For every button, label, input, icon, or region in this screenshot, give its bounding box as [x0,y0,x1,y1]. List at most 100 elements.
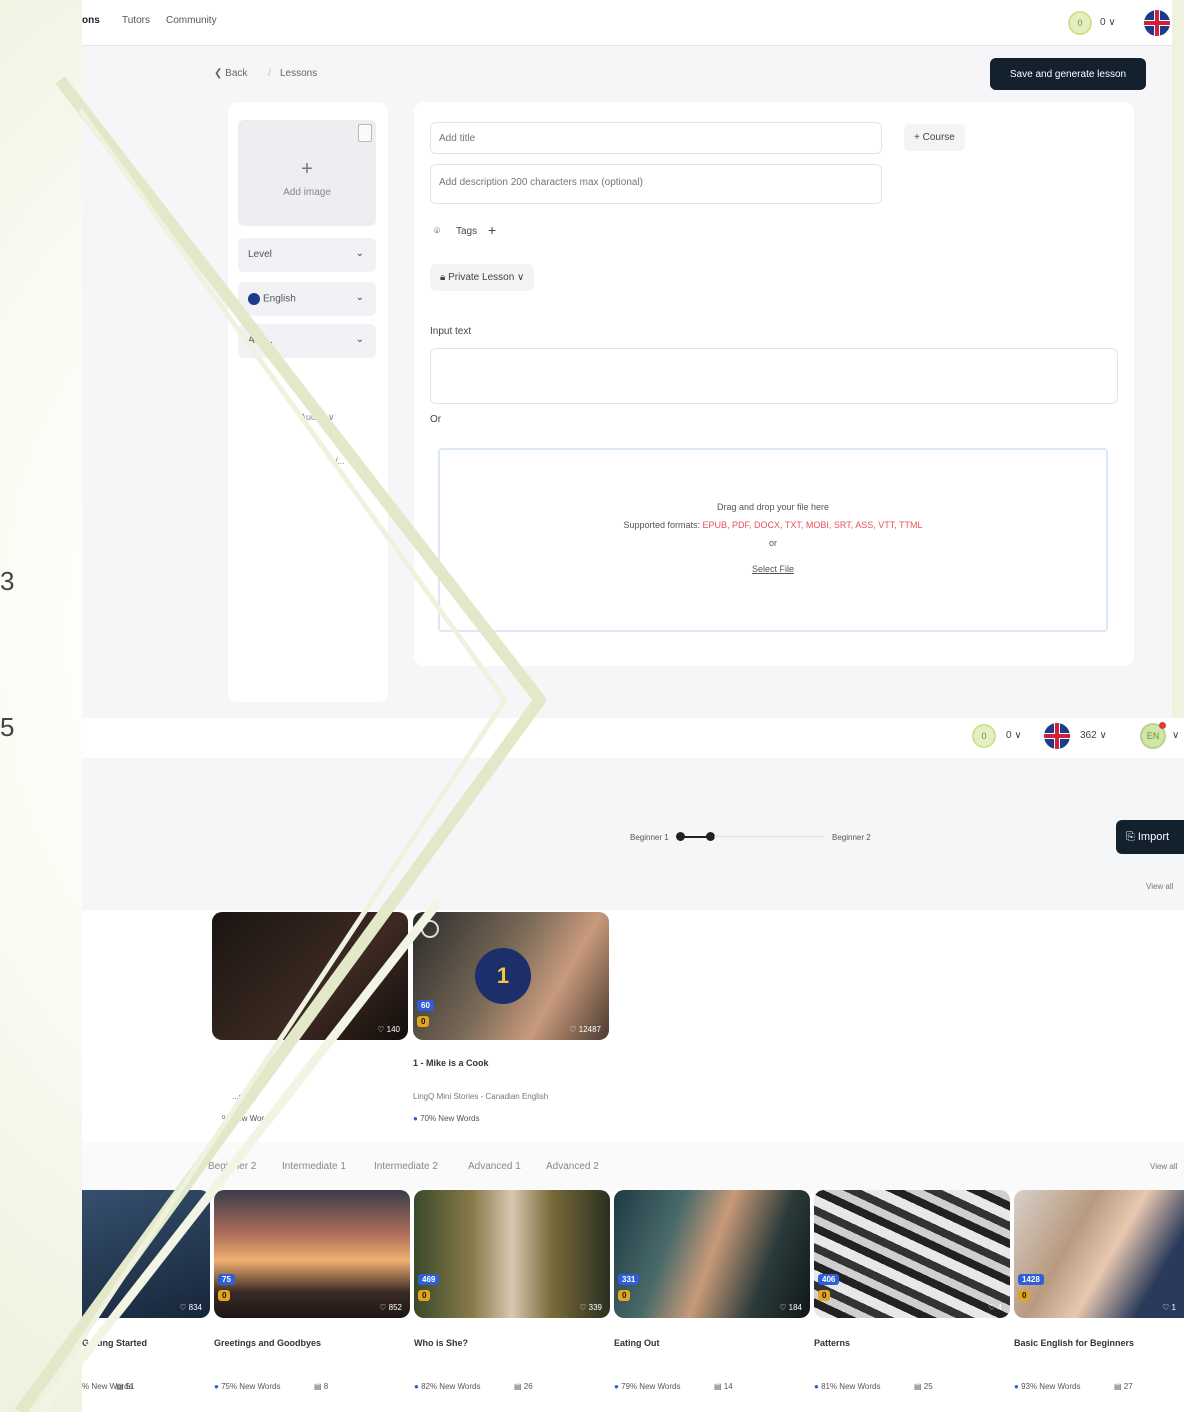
plus-icon: + [301,158,313,180]
slider-handle-left[interactable] [676,832,685,841]
likes-count: ♡ 184 [779,1303,802,1312]
book-icon: ▤ [514,1382,524,1391]
lesson-count: ▤ 25 [914,1382,933,1391]
nav-tutors[interactable]: Tutors [122,15,150,26]
view-all-link[interactable]: View all [1150,1162,1177,1171]
likes-count: ♡ 140 [377,1025,400,1034]
tab-intermediate-2[interactable]: Intermediate 2 [374,1161,438,1172]
likes-count: ♡ 339 [579,1303,602,1312]
back-link[interactable]: ❮ Back [214,68,247,79]
add-course-button[interactable]: + Course [904,124,965,151]
chevron-down-icon: ⌄ [355,334,364,345]
lesson-title[interactable]: Greetings and Goodbyes [214,1338,321,1348]
accent-select[interactable]: Acc... ⌄ [238,324,376,358]
lingqs-badge: 75 [218,1274,235,1285]
dropzone-formats: Supported formats: EPUB, PDF, DOCX, TXT,… [623,520,923,530]
book-icon: ▤ [116,1382,126,1391]
level-select[interactable]: Level ⌄ [238,238,376,272]
lesson-card-thumbnail[interactable]: 75 0 ♡ 852 [214,1190,410,1318]
add-tag-button[interactable]: + [488,222,496,238]
lingqs-badge: 406 [818,1274,840,1285]
coin-icon[interactable]: 0 [972,724,996,748]
tags-label: Tags [456,226,478,237]
lesson-title[interactable]: Patterns [814,1338,850,1348]
coins-badge: 0 [218,1290,231,1301]
lesson-title[interactable]: 1 - Mike is a Cook [413,1058,489,1068]
lesson-card-thumbnail[interactable]: 469 0 ♡ 339 [414,1190,610,1318]
coin-icon[interactable]: 0 [1068,11,1092,35]
notification-dot [1159,722,1166,729]
lesson-title[interactable]: Eating Out [614,1338,660,1348]
lesson-card-thumbnail[interactable]: 406 0 ♡ 4 [814,1190,1010,1318]
coin-count[interactable]: 0 ∨ [1006,730,1022,741]
title-input[interactable] [430,122,882,154]
uk-flag-icon[interactable] [1144,10,1170,36]
input-text-label: Input text [430,326,472,337]
audio-select[interactable]: Audi... ∨ [300,412,335,423]
likes-count: ♡ 1 [1162,1303,1176,1312]
save-and-generate-button[interactable]: Save and generate lesson [990,58,1146,90]
coins-badge: 0 [1018,1290,1031,1301]
lesson-title[interactable]: Who is She? [414,1338,468,1348]
course-name[interactable]: LingQ Mini Stories - Canadian English [413,1092,548,1101]
lesson-title[interactable]: Getting Started [82,1338,147,1348]
nav-lessons[interactable]: ons [82,15,100,26]
privacy-dropdown[interactable]: 🔒︎ Private Lesson ∨ [430,264,535,291]
likes-count: ♡ 4 [988,1303,1002,1312]
nav-community[interactable]: Community [166,15,217,26]
lingqs-badge: 331 [618,1274,640,1285]
avatar-chevron-icon[interactable]: ∨ [1172,730,1179,741]
level-slider-track [714,836,824,837]
lingqs-badge: 469 [418,1274,440,1285]
chevron-down-icon: ⌄ [355,292,364,303]
select-file-link[interactable]: Select File [440,564,1106,574]
uk-flag-icon [248,293,260,305]
file-dropzone[interactable]: Drag and drop your file here Supported f… [438,448,1108,632]
lesson-card-thumbnail[interactable]: 1428 0 ♡ 1 [1014,1190,1184,1318]
library-screenshot: 0 0 ∨ 362 ∨ EN ∨ Beginner 1 Beginner 2 ⎘… [82,718,1184,1412]
tab-advanced-1[interactable]: Advanced 1 [468,1161,521,1172]
slider-left-label: Beginner 1 [630,833,669,842]
coins-badge: 0 [418,1290,431,1301]
dropzone-title: Drag and drop your file here [716,502,830,512]
lingqs-badge: 1428 [1018,1274,1044,1285]
tab-advanced-2[interactable]: Advanced 2 [546,1161,599,1172]
import-button[interactable]: ⎘ Import [1116,820,1184,854]
side-digit: 3 [0,566,15,596]
lesson-card-thumbnail[interactable]: ♡ 834 [82,1190,210,1318]
or-label: Or [430,414,442,425]
uk-flag-icon[interactable] [1044,723,1070,749]
image-options-icon[interactable] [358,124,372,142]
side-digit: 5 [0,712,15,742]
view-all-link[interactable]: View all [1146,882,1173,891]
language-select[interactable]: English ⌄ [238,282,376,316]
visibility-select[interactable]: V... [332,456,345,466]
new-words: ● 70% New Words [413,1114,480,1123]
coin-count[interactable]: 0 ∨ [1100,17,1116,28]
tab-beginner-2[interactable]: Beginner 2 [208,1161,256,1172]
description-textarea[interactable] [430,164,882,204]
lesson-count: ▤ 26 [514,1382,533,1391]
known-words-count[interactable]: 362 ∨ [1080,730,1107,741]
coins-badge: 0 [618,1290,631,1301]
coins-badge: 0 [818,1290,831,1301]
input-text-area[interactable] [430,348,1118,404]
lock-icon: 🔒︎ [440,272,449,283]
lesson-card-thumbnail[interactable]: 331 0 ♡ 184 [614,1190,810,1318]
lesson-card-thumbnail[interactable]: ♡ 140 [212,912,408,1040]
lesson-number-icon: 1 [475,948,531,1004]
book-icon: ▤ [714,1382,724,1391]
likes-count: ♡ 834 [179,1303,202,1312]
new-words: ● 93% New Words [1014,1382,1081,1391]
tab-intermediate-1[interactable]: Intermediate 1 [282,1161,346,1172]
lesson-count: ▤ 14 [714,1382,733,1391]
import-icon: ⎘ [1126,830,1138,843]
chevron-down-icon: ⌄ [355,248,364,259]
lesson-title[interactable]: Basic English for Beginners [1014,1338,1134,1348]
lesson-card-thumbnail[interactable]: 1 60 0 ♡ 12487 [413,912,609,1040]
course-name: ...ckles [232,1092,257,1101]
breadcrumb-lessons[interactable]: Lessons [280,68,317,79]
add-image-button[interactable]: + Add image [238,120,376,226]
top-navbar: ons Tutors Community 0 0 ∨ [82,0,1172,46]
breadcrumb-separator: / [268,68,271,79]
